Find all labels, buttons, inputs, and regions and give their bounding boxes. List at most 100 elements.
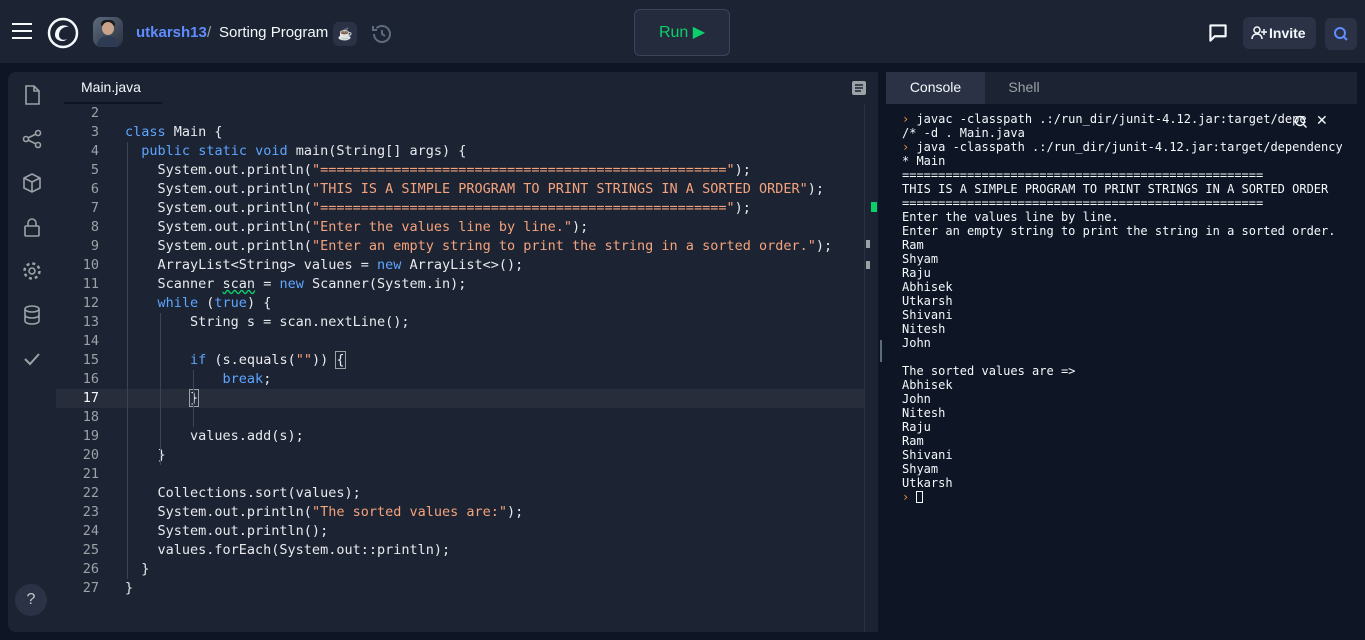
history-icon[interactable] [370, 22, 394, 46]
code-text: System.out.println("The sorted values ar… [125, 504, 524, 520]
editor-scrollbar[interactable] [864, 104, 878, 632]
console-line: THIS IS A SIMPLE PROGRAM TO PRINT STRING… [902, 182, 1329, 196]
console-line: * Main [902, 154, 946, 168]
console-line: Nitesh [902, 322, 946, 336]
invite-button[interactable]: Invite [1243, 17, 1316, 49]
code-line[interactable]: 4 public static void main(String[] args)… [56, 142, 878, 161]
code-line[interactable]: 22 Collections.sort(values); [56, 484, 878, 503]
code-line[interactable]: 10 ArrayList<String> values = new ArrayL… [56, 256, 878, 275]
code-line[interactable]: 25 values.forEach(System.out::println); [56, 541, 878, 560]
code-text: System.out.println("Enter the values lin… [125, 219, 589, 235]
line-number: 9 [90, 238, 99, 254]
line-number: 7 [90, 200, 99, 216]
code-line[interactable]: 24 System.out.println(); [56, 522, 878, 541]
console-line: ========================================… [902, 196, 1264, 210]
help-button[interactable]: ? [15, 584, 47, 616]
code-text: System.out.println("THIS IS A SIMPLE PRO… [125, 181, 825, 197]
code-line[interactable]: 26 } [56, 560, 878, 579]
code-line[interactable]: 15 if (s.equals("")) { [56, 351, 878, 370]
code-line[interactable]: 11 Scanner scan = new Scanner(System.in)… [56, 275, 878, 294]
line-number: 18 [82, 409, 99, 425]
editor-tab-strip: Main.java [56, 72, 878, 104]
code-line[interactable]: 27} [56, 579, 878, 598]
console-line: Nitesh [902, 406, 946, 420]
code-line[interactable]: 23 System.out.println("The sorted values… [56, 503, 878, 522]
code-line[interactable]: 6 System.out.println("THIS IS A SIMPLE P… [56, 180, 878, 199]
console-line: John [902, 336, 931, 350]
settings-icon[interactable] [21, 260, 43, 282]
console-line: › java -classpath .:/run_dir/junit-4.12.… [902, 140, 1342, 154]
line-number: 12 [82, 295, 99, 311]
overview-marker [866, 261, 870, 269]
code-text: values.add(s); [125, 428, 304, 444]
avatar[interactable] [93, 17, 123, 47]
code-text: Scanner scan = new Scanner(System.in); [125, 276, 467, 292]
search-button[interactable] [1325, 18, 1357, 50]
code-line[interactable]: 2 [56, 104, 878, 123]
console-line: Raju [902, 266, 931, 280]
code-line[interactable]: 19 values.add(s); [56, 427, 878, 446]
code-line[interactable]: 12 while (true) { [56, 294, 878, 313]
tab-shell[interactable]: Shell [985, 72, 1063, 104]
git-icon[interactable] [21, 128, 43, 150]
console-input-line[interactable]: › [902, 490, 1342, 504]
code-text: } [125, 561, 150, 577]
code-text: } [125, 580, 134, 596]
breadcrumb-username[interactable]: utkarsh13 [136, 24, 207, 41]
code-line[interactable]: 13 String s = scan.nextLine(); [56, 313, 878, 332]
code-text: System.out.println(); [125, 523, 329, 539]
java-cup-icon[interactable]: ☕ [333, 22, 357, 46]
code-line[interactable]: 20 } [56, 446, 878, 465]
run-button[interactable]: Run ▶ [634, 9, 730, 56]
pane-resize-handle[interactable] [878, 72, 886, 632]
code-text: Collections.sort(values); [125, 485, 361, 501]
console-line: › javac -classpath .:/run_dir/junit-4.12… [902, 112, 1307, 126]
line-number: 5 [90, 162, 99, 178]
menu-icon[interactable] [12, 23, 32, 39]
text-cursor [916, 491, 924, 503]
breadcrumb-separator: / [207, 24, 212, 41]
tab-main-java[interactable]: Main.java [64, 72, 162, 104]
line-number: 19 [82, 428, 99, 444]
code-line[interactable]: 14 [56, 332, 878, 351]
code-line[interactable]: 21 [56, 465, 878, 484]
line-number: 22 [82, 485, 99, 501]
line-number: 26 [82, 561, 99, 577]
line-number: 6 [90, 181, 99, 197]
tab-console[interactable]: Console [886, 72, 985, 104]
packages-icon[interactable] [21, 172, 43, 194]
code-line[interactable]: 17 } [56, 389, 878, 408]
console-line: John [902, 392, 931, 406]
code-area[interactable]: 2 3 class Main {4 public static void main(… [56, 104, 878, 632]
line-number: 15 [82, 352, 99, 368]
files-icon[interactable] [21, 84, 43, 106]
code-line[interactable]: 5 System.out.println("==================… [56, 161, 878, 180]
secrets-icon[interactable] [21, 216, 43, 238]
editor-options-icon[interactable] [851, 80, 867, 96]
code-line[interactable]: 3 class Main { [56, 123, 878, 142]
check-icon[interactable] [21, 348, 43, 370]
prompt-icon: › [902, 112, 917, 126]
database-icon[interactable] [21, 304, 43, 326]
invite-label: Invite [1269, 25, 1306, 41]
line-number: 21 [82, 466, 99, 482]
code-line[interactable]: 16 break; [56, 370, 878, 389]
console-clear-icon[interactable]: ✕ [1316, 113, 1330, 127]
console-line: Abhisek [902, 280, 953, 294]
code-line[interactable]: 9 System.out.println("Enter an empty str… [56, 237, 878, 256]
code-line[interactable]: 8 System.out.println("Enter the values l… [56, 218, 878, 237]
line-number: 27 [82, 580, 99, 596]
chat-icon[interactable] [1205, 20, 1231, 46]
console-line: Shivani [902, 308, 953, 322]
console-search-icon[interactable] [1293, 114, 1309, 130]
line-number: 10 [82, 257, 99, 273]
code-text: public static void main(String[] args) { [141, 143, 467, 159]
code-line[interactable]: 7 System.out.println("==================… [56, 199, 878, 218]
replit-logo-icon[interactable] [47, 17, 79, 49]
console-line: Ram [902, 434, 924, 448]
code-line[interactable]: 18 [56, 408, 878, 427]
console-output[interactable]: › javac -classpath .:/run_dir/junit-4.12… [902, 112, 1342, 622]
add-user-icon [1251, 26, 1267, 40]
breadcrumb-repl-name[interactable]: Sorting Program [219, 24, 328, 41]
